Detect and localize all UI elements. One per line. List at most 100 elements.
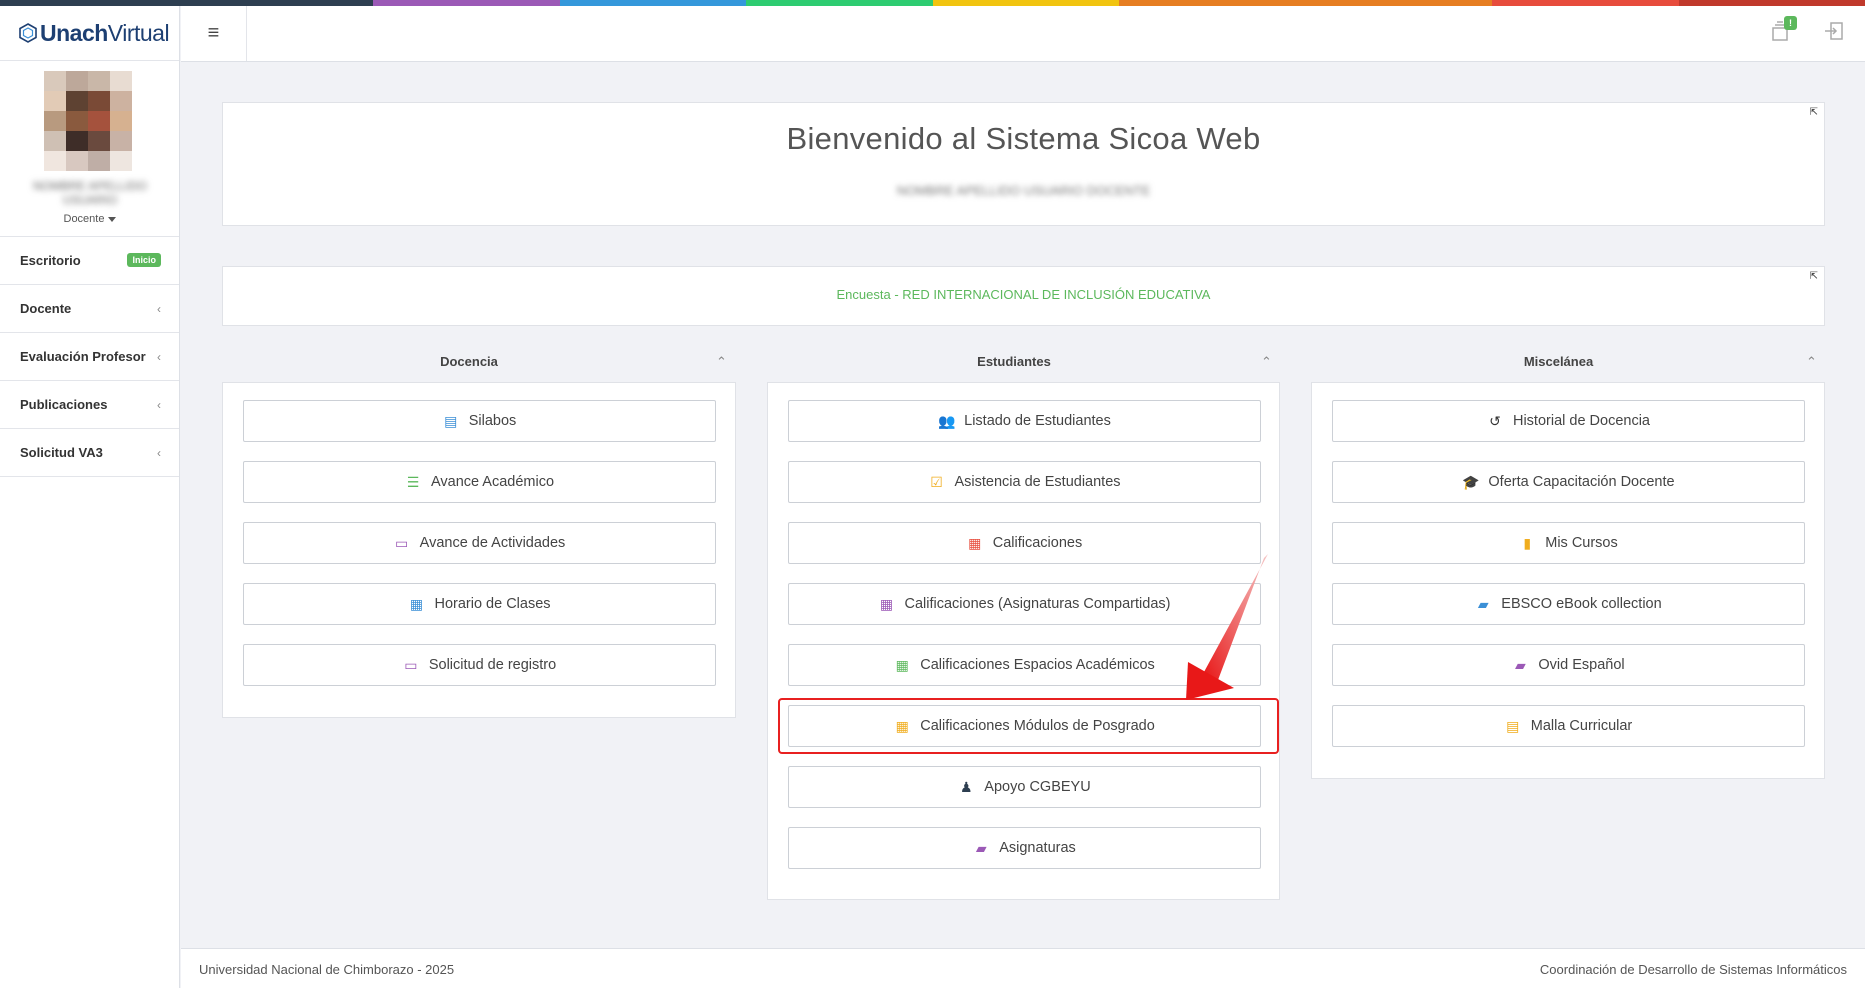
expand-icon[interactable]: ⇱ [1810,107,1818,118]
nav-button-label: EBSCO eBook collection [1501,596,1662,612]
calendar-icon: ▦ [409,595,424,612]
welcome-title: Bienvenido al Sistema Sicoa Web [786,121,1261,156]
nav-button-silabos[interactable]: ▤ Silabos [243,400,716,442]
user-role-label: Docente [63,213,105,225]
nav-button-horario-de-clases[interactable]: ▦ Horario de Clases [243,583,716,625]
sidebar-item-label: Solicitud VA3 [20,445,103,460]
nav-button-apoyo-cgbeyu[interactable]: ♟ Apoyo CGBEYU [788,766,1261,808]
nav-button-oferta-capacitación-docente[interactable]: 🎓 Oferta Capacitación Docente [1332,461,1805,503]
expand-icon[interactable]: ⇱ [1810,271,1818,282]
user-role-dropdown[interactable]: Docente [0,213,180,225]
nav-button-label: Mis Cursos [1545,535,1618,551]
book-icon: ▰ [1477,595,1489,612]
sidebar-item-label: Escritorio [20,253,81,268]
sidebar-item-publicaciones[interactable]: Publicaciones ‹ [0,381,179,429]
sidebar-item-label: Publicaciones [20,397,108,412]
nav-button-label: Calificaciones Espacios Académicos [920,657,1155,673]
table-icon: ▦ [895,656,909,673]
welcome-subtitle: NOMBRE APELLIDO USUARIO DOCENTE [896,183,1151,198]
nav-button-label: Malla Curricular [1530,718,1633,734]
users-icon: 👥 [938,412,956,429]
person-icon: ♟ [960,778,973,795]
nav-button-label: Calificaciones [992,535,1083,551]
column-title-estudiantes: Estudiantes [977,354,1051,369]
brand-light: Virtual [107,19,170,46]
welcome-panel: ⇱ Bienvenido al Sistema Sicoa Web NOMBRE… [222,102,1825,226]
sidebar-item-evaluacion-profesor[interactable]: Evaluación Profesor ‹ [0,333,179,381]
sidebar-item-docente[interactable]: Docente ‹ [0,285,179,333]
nav-button-label: Calificaciones (Asignaturas Compartidas) [904,596,1171,612]
nav-button-label: Listado de Estudiantes [964,413,1111,429]
brand-logo[interactable]: Unach Virtual [0,6,179,61]
brand-strong: Unach [40,19,108,46]
column-title-miscelanea: Miscelánea [1523,354,1594,369]
table-icon: ▦ [879,595,894,612]
nav-button-avance-de-actividades[interactable]: ▭ Avance de Actividades [243,522,716,564]
nav-button-mis-cursos[interactable]: ▮ Mis Cursos [1332,522,1805,564]
book-icon: ▰ [975,839,987,856]
sidebar-item-escritorio[interactable]: Escritorio Inicio [0,237,179,285]
nav-button-label: Solicitud de registro [428,657,557,673]
hexagon-logo-icon [19,23,37,43]
chevron-up-icon[interactable]: ⌃ [1261,354,1272,370]
nav-button-label: Oferta Capacitación Docente [1488,474,1675,490]
graduation-cap-icon: 🎓 [1462,473,1480,490]
nav-button-label: Ovid Español [1538,657,1625,673]
footer-copyright: Universidad Nacional de Chimborazo - 202… [199,962,455,977]
history-icon: ↺ [1489,412,1501,429]
user-panel: NOMBRE APELLIDO USUARIO Docente [0,61,179,237]
hamburger-menu-button[interactable]: ≡ [181,6,247,61]
chevron-up-icon[interactable]: ⌃ [1806,354,1817,370]
list-icon: ☰ [406,473,420,490]
inicio-badge: Inicio [127,253,161,267]
red-arrow-annotation [1186,554,1268,700]
nav-button-ovid-español[interactable]: ▰ Ovid Español [1332,644,1805,686]
table-icon: ▦ [968,534,982,551]
notifications-button[interactable]: ! [1767,16,1797,46]
sidebar-item-label: Evaluación Profesor [20,349,146,364]
logout-button[interactable] [1821,20,1847,46]
nav-button-listado-de-estudiantes[interactable]: 👥 Listado de Estudiantes [788,400,1261,442]
nav-button-asistencia-de-estudiantes[interactable]: ☑ Asistencia de Estudiantes [788,461,1261,503]
nav-button-malla-curricular[interactable]: ▤ Malla Curricular [1332,705,1805,747]
footer-credit: Coordinación de Desarrollo de Sistemas I… [1539,962,1847,977]
column-docencia: ▤ Silabos ☰ Avance Académico ▭ Avance de Acti… [222,382,736,718]
book-icon: ▰ [1514,656,1526,673]
footer: Universidad Nacional de Chimborazo - 202… [181,948,1865,988]
survey-panel: ⇱ Encuesta - RED INTERNACIONAL DE INCLUS… [222,266,1825,326]
nav-button-asignaturas[interactable]: ▰ Asignaturas [788,827,1261,869]
nav-button-solicitud-de-registro[interactable]: ▭ Solicitud de registro [243,644,716,686]
user-name: NOMBRE APELLIDO USUARIO [32,179,148,207]
file-icon: ▤ [444,412,458,429]
sidebar-item-label: Docente [20,301,72,316]
avatar[interactable] [44,71,132,171]
nav-button-label: Avance Académico [430,474,555,490]
chevron-up-icon[interactable]: ⌃ [716,354,727,370]
card-icon: ▭ [404,656,418,673]
checkbox-icon: ☑ [930,473,943,490]
survey-label: RED INTERNACIONAL DE INCLUSIÓN EDUCATIVA [902,287,1211,302]
column-miscelanea: ↺ Historial de Docencia 🎓 Oferta Capacitaci… [1311,382,1825,779]
top-bar: ≡ ! [181,6,1865,62]
bookmark-icon: ▮ [1523,534,1532,551]
caret-down-icon [108,216,117,222]
nav-button-ebsco-ebook-collection[interactable]: ▰ EBSCO eBook collection [1332,583,1805,625]
chevron-left-icon: ‹ [157,350,161,364]
sidebar-item-solicitud-va3[interactable]: Solicitud VA3 ‹ [0,429,179,477]
nav-button-avance-académico[interactable]: ☰ Avance Académico [243,461,716,503]
survey-prefix: Encuesta - [836,287,903,302]
notification-badge: ! [1784,16,1797,30]
card-icon: ▭ [395,534,409,551]
sign-out-icon [1825,22,1843,40]
nav-button-label: Asistencia de Estudiantes [954,474,1121,490]
sidebar: Unach Virtual NOMBRE APELLIDO USUARIO Doc… [0,6,180,988]
nav-button-label: Horario de Clases [434,596,551,612]
hamburger-icon: ≡ [207,22,220,44]
survey-link[interactable]: Encuesta - RED INTERNACIONAL DE INCLUSIÓ… [223,287,1824,302]
nav-button-label: Asignaturas [999,840,1076,856]
nav-button-historial-de-docencia[interactable]: ↺ Historial de Docencia [1332,400,1805,442]
chevron-left-icon: ‹ [157,302,161,316]
column-title-docencia: Docencia [440,354,498,369]
nav-button-label: Apoyo CGBEYU [984,779,1091,795]
chevron-left-icon: ‹ [157,398,161,412]
